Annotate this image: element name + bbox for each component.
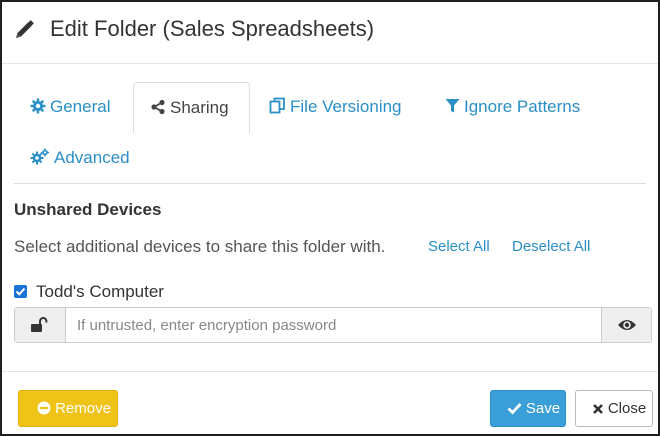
tab-ignore-patterns[interactable]: Ignore Patterns — [445, 82, 580, 134]
tab-file-versioning[interactable]: File Versioning — [269, 82, 402, 134]
tab-sharing-label: Sharing — [170, 98, 229, 117]
remove-button[interactable]: Remove — [18, 390, 118, 427]
filter-icon — [445, 99, 460, 113]
select-all-link[interactable]: Select All — [428, 238, 490, 255]
edit-folder-dialog: Edit Folder (Sales Spreadsheets) General — [0, 0, 660, 436]
device-checkbox[interactable] — [14, 285, 27, 298]
tab-sharing[interactable]: Sharing — [133, 82, 250, 134]
unlock-toggle[interactable] — [15, 308, 66, 342]
minus-circle-icon — [37, 401, 51, 415]
encryption-password-group — [14, 307, 652, 343]
tab-bar: General Sharing File Versioning Ignore P… — [14, 82, 646, 184]
remove-button-label: Remove — [55, 400, 111, 417]
dialog-header: Edit Folder (Sales Spreadsheets) — [2, 2, 658, 64]
eye-icon — [618, 320, 636, 330]
tab-advanced-label: Advanced — [54, 148, 130, 167]
tab-general[interactable]: General — [30, 82, 110, 134]
tab-advanced[interactable]: Advanced — [30, 133, 130, 185]
check-icon — [507, 403, 522, 415]
save-button-label: Save — [525, 400, 561, 417]
dialog-footer: Remove Save Close — [2, 371, 658, 434]
tab-general-label: General — [50, 97, 111, 116]
gears-icon — [30, 148, 49, 165]
tab-file-versioning-label: File Versioning — [290, 97, 402, 116]
show-password-toggle[interactable] — [601, 308, 651, 342]
share-icon — [151, 99, 165, 115]
save-button[interactable]: Save — [490, 390, 566, 427]
dialog-title: Edit Folder (Sales Spreadsheets) — [50, 16, 375, 41]
unlock-icon — [31, 317, 48, 332]
tab-ignore-patterns-label: Ignore Patterns — [464, 97, 581, 116]
share-description: Select additional devices to share this … — [14, 237, 386, 256]
encryption-password-input[interactable] — [67, 308, 601, 342]
unshared-devices-heading: Unshared Devices — [14, 200, 162, 219]
close-icon — [592, 404, 603, 414]
copy-icon — [269, 97, 285, 114]
device-name-label[interactable]: Todd's Computer — [36, 282, 164, 302]
gear-icon — [30, 98, 46, 114]
pencil-icon — [13, 19, 35, 41]
checkmark-icon — [15, 287, 26, 296]
close-button[interactable]: Close — [575, 390, 653, 427]
deselect-all-link[interactable]: Deselect All — [512, 238, 590, 255]
close-button-label: Close — [607, 400, 647, 417]
